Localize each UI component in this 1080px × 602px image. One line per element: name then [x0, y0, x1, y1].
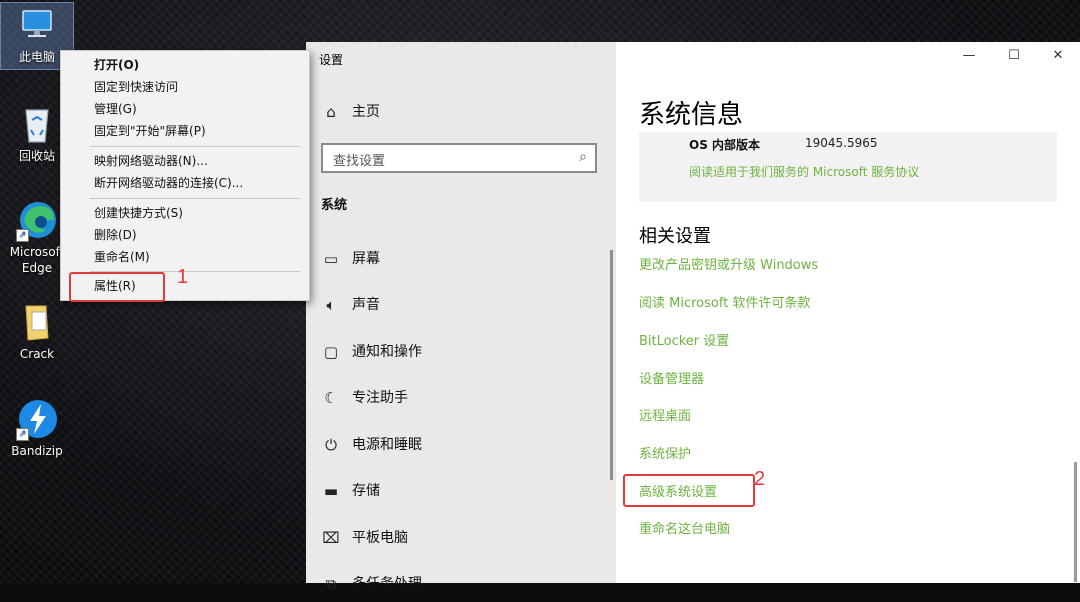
- menu-separator: [90, 146, 300, 147]
- annotation-number-2: 2: [754, 468, 766, 490]
- nav-item-power[interactable]: ⏻ 电源和睡眠: [306, 427, 616, 463]
- link-license-terms[interactable]: 阅读 Microsoft 软件许可条款: [639, 292, 810, 311]
- recycle-bin-icon: [14, 102, 60, 146]
- desktop-icon-crack[interactable]: Crack: [1, 300, 73, 362]
- minimize-icon[interactable]: —: [954, 48, 984, 63]
- menu-item-rename[interactable]: 重命名(M): [61, 246, 309, 268]
- nav-scrollbar[interactable]: [610, 250, 613, 480]
- link-rename-pc[interactable]: 重命名这台电脑: [639, 518, 730, 537]
- menu-item-open[interactable]: 打开(O): [61, 54, 309, 76]
- desktop-icon-bandizip[interactable]: ↗ Bandizip: [1, 397, 73, 459]
- notification-icon: ▢: [323, 343, 339, 361]
- menu-item-disconnect-drive[interactable]: 断开网络驱动器的连接(C)...: [61, 172, 309, 194]
- monitor-icon: ▭: [323, 250, 339, 268]
- nav-item-notifications[interactable]: ▢ 通知和操作: [306, 334, 616, 370]
- shortcut-arrow-icon: ↗: [16, 229, 29, 242]
- shortcut-arrow-icon: ↗: [16, 428, 29, 441]
- link-device-manager[interactable]: 设备管理器: [639, 368, 704, 387]
- nav-home[interactable]: ⌂ 主页: [306, 94, 616, 130]
- annotation-number-1: 1: [177, 266, 189, 288]
- speaker-icon: 🔈︎: [326, 296, 336, 314]
- menu-item-delete[interactable]: 删除(D): [61, 224, 309, 246]
- link-bitlocker[interactable]: BitLocker 设置: [639, 330, 729, 349]
- link-system-protection[interactable]: 系统保护: [639, 443, 691, 462]
- search-input[interactable]: 查找设置 ⌕: [321, 143, 597, 173]
- link-remote-desktop[interactable]: 远程桌面: [639, 405, 691, 424]
- maximize-icon[interactable]: ☐: [999, 48, 1029, 63]
- folder-icon: [14, 300, 60, 344]
- nav-item-label: 平板电脑: [352, 530, 408, 546]
- menu-item-map-drive[interactable]: 映射网络驱动器(N)...: [61, 150, 309, 172]
- annotation-box-1: [69, 272, 165, 302]
- power-icon: ⏻: [325, 436, 337, 454]
- nav-item-multitasking[interactable]: ⧉ 多任务处理: [306, 566, 616, 602]
- settings-nav-pane: 设置 ⌂ 主页 查找设置 ⌕ 系统 ▭ 屏幕 🔈︎ 声音 ▢ 通知和操作 ☾ 专…: [306, 42, 616, 593]
- context-menu: 打开(O) 固定到快速访问 管理(G) 固定到"开始"屏幕(P) 映射网络驱动器…: [60, 50, 310, 301]
- link-change-product-key[interactable]: 更改产品密钥或升级 Windows: [639, 254, 818, 273]
- desktop-icon-label: Bandizip: [11, 444, 63, 458]
- os-build-label: OS 内部版本: [689, 138, 761, 152]
- nav-item-focus-assist[interactable]: ☾ 专注助手: [306, 380, 616, 416]
- annotation-box-2: [623, 474, 755, 507]
- bandizip-icon: ↗: [14, 397, 60, 441]
- moon-icon: ☾: [324, 389, 338, 407]
- menu-separator: [90, 198, 300, 199]
- nav-item-label: 通知和操作: [352, 344, 422, 360]
- menu-item-pin-quick-access[interactable]: 固定到快速访问: [61, 76, 309, 98]
- computer-icon: [14, 3, 60, 47]
- menu-item-pin-start[interactable]: 固定到"开始"屏幕(P): [61, 120, 309, 142]
- home-icon: ⌂: [326, 103, 336, 121]
- nav-item-storage[interactable]: ▬ 存储: [306, 473, 616, 509]
- nav-item-label: 专注助手: [352, 390, 408, 406]
- close-icon[interactable]: ✕: [1043, 48, 1073, 63]
- menu-item-create-shortcut[interactable]: 创建快捷方式(S): [61, 202, 309, 224]
- search-placeholder: 查找设置: [333, 154, 386, 169]
- edge-icon: ↗: [14, 198, 60, 242]
- nav-item-tablet[interactable]: ⌧ 平板电脑: [306, 520, 616, 556]
- window-title: 设置: [319, 53, 344, 67]
- menu-item-manage[interactable]: 管理(G): [61, 98, 309, 120]
- content-scrollbar[interactable]: [1074, 462, 1077, 582]
- search-icon: ⌕: [579, 149, 587, 165]
- system-info-card: OS 内部版本 19045.5965 阅读适用于我们服务的 Microsoft …: [639, 132, 1057, 202]
- nav-item-sound[interactable]: 🔈︎ 声音: [306, 287, 616, 323]
- section-heading: 系统: [321, 198, 348, 213]
- storage-icon: ▬: [323, 482, 339, 500]
- nav-item-label: 屏幕: [352, 251, 380, 267]
- desktop-icon-label: Crack: [19, 347, 55, 361]
- nav-item-display[interactable]: ▭ 屏幕: [306, 241, 616, 277]
- nav-item-label: 声音: [352, 297, 380, 313]
- nav-home-label: 主页: [352, 104, 380, 120]
- os-build-value: 19045.5965: [805, 136, 878, 150]
- multitask-icon: ⧉: [325, 575, 337, 593]
- nav-item-label: 存储: [352, 483, 380, 499]
- related-settings-heading: 相关设置: [639, 226, 711, 247]
- services-agreement-link[interactable]: 阅读适用于我们服务的 Microsoft 服务协议: [689, 163, 919, 180]
- tablet-icon: ⌧: [322, 529, 340, 547]
- page-title: 系统信息: [639, 100, 744, 130]
- nav-item-label: 多任务处理: [352, 576, 422, 592]
- nav-item-label: 电源和睡眠: [352, 437, 422, 453]
